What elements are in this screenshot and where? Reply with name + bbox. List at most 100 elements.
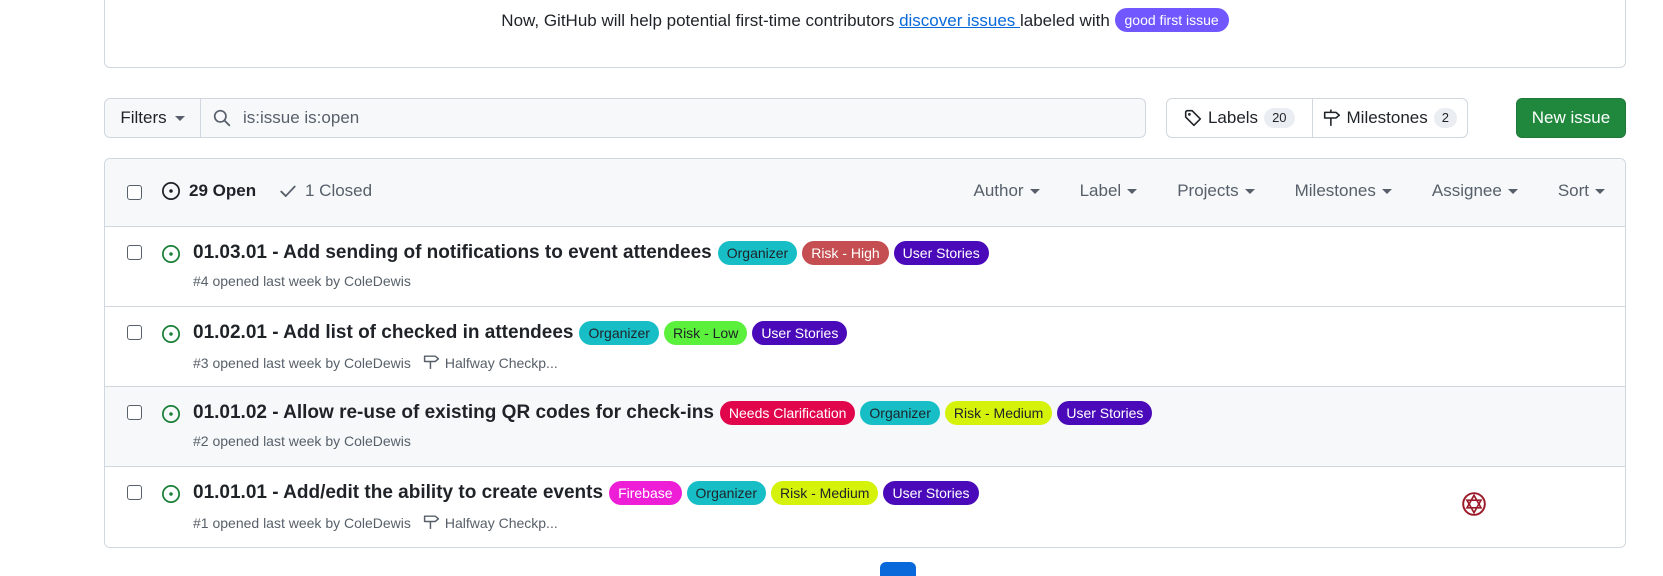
filters-label: Filters	[120, 108, 167, 127]
issue-meta: #2 opened last week by ColeDewis	[193, 433, 1152, 449]
closed-count: 1 Closed	[305, 181, 373, 200]
issue-label[interactable]: User Stories	[883, 481, 979, 505]
banner-text-after: labeled with	[1020, 11, 1115, 30]
filters-button[interactable]: Filters	[105, 99, 201, 137]
issue-label[interactable]: Firebase	[609, 481, 682, 505]
filter-projects[interactable]: Projects	[1177, 181, 1255, 201]
banner-text: Now, GitHub will help potential first-ti…	[501, 11, 900, 30]
issue-label[interactable]: Needs Clarification	[719, 401, 856, 425]
issue-checkbox[interactable]	[127, 325, 142, 340]
issue-label[interactable]: Organizer	[860, 401, 940, 425]
open-issues-tab[interactable]: 29 Open	[161, 181, 256, 201]
discover-issues-link[interactable]: discover issues	[899, 11, 1020, 30]
issue-meta-text: #3 opened last week by ColeDewis	[193, 355, 411, 371]
tag-icon	[1184, 109, 1202, 127]
search-icon	[213, 109, 231, 127]
issue-checkbox[interactable]	[127, 405, 142, 420]
filter-label[interactable]: Label	[1080, 181, 1138, 201]
issue-checkbox[interactable]	[127, 485, 142, 500]
chevron-down-icon	[1595, 188, 1605, 194]
issue-label[interactable]: Organizer	[579, 321, 659, 345]
issue-label[interactable]: User Stories	[1057, 401, 1153, 425]
issue-milestone-link[interactable]: Halfway Checkp...	[423, 353, 558, 373]
milestones-button[interactable]: Milestones 2	[1311, 99, 1468, 137]
issue-label[interactable]: User Stories	[893, 241, 989, 265]
contributor-banner: Now, GitHub will help potential first-ti…	[104, 0, 1626, 68]
issue-title-link[interactable]: 01.03.01 - Add sending of notifications …	[193, 242, 712, 264]
labels-button[interactable]: Labels 20	[1167, 99, 1312, 137]
issue-title-link[interactable]: 01.01.02 - Allow re-use of existing QR c…	[193, 402, 714, 424]
issues-toolbar: Filters is:issue is:open Labels 20 Miles…	[104, 98, 1626, 138]
chevron-down-icon	[1381, 188, 1392, 194]
issue-meta: #3 opened last week by ColeDewis Halfway …	[193, 353, 847, 373]
issue-label[interactable]: Risk - Medium	[771, 481, 879, 505]
filter-label: Projects	[1177, 181, 1239, 200]
filter-label: Label	[1079, 181, 1122, 200]
chevron-down-icon	[174, 115, 185, 121]
milestone-name: Halfway Checkp...	[444, 515, 558, 531]
issue-title-link[interactable]: 01.02.01 - Add list of checked in attend…	[193, 322, 573, 344]
issue-content: 01.02.01 - Add list of checked in attend…	[193, 321, 848, 373]
chevron-down-icon	[1244, 188, 1255, 194]
issue-label[interactable]: Risk - Low	[663, 321, 748, 345]
issue-label[interactable]: User Stories	[752, 321, 848, 345]
issue-open-icon	[161, 324, 181, 349]
issue-open-icon	[161, 484, 181, 509]
issues-list-header: 29 Open 1 Closed Author Label Projects Mile…	[105, 159, 1625, 227]
closed-issues-tab[interactable]: 1 Closed	[279, 181, 372, 201]
milestone-icon	[423, 353, 440, 373]
labels-label: Labels	[1207, 108, 1259, 127]
issue-meta: #4 opened last week by ColeDewis	[193, 273, 989, 289]
issue-title-line: 01.03.01 - Add sending of notifications …	[193, 241, 989, 265]
filter-assignee[interactable]: Assignee	[1432, 181, 1518, 201]
issue-row[interactable]: 01.03.01 - Add sending of notifications …	[105, 227, 1625, 307]
filter-milestones[interactable]: Milestones	[1295, 181, 1392, 201]
issue-title-link[interactable]: 01.01.01 - Add/edit the ability to creat…	[193, 482, 603, 504]
issue-open-icon	[161, 244, 181, 269]
milestone-icon	[1323, 109, 1340, 126]
labels-count: 20	[1264, 108, 1295, 128]
issue-title-line: 01.01.02 - Allow re-use of existing QR c…	[193, 401, 1153, 425]
milestone-icon	[423, 513, 440, 533]
header-filters: Author Label Projects Milestones Assignee Sor…	[973, 181, 1605, 201]
issue-meta-text: #2 opened last week by ColeDewis	[193, 433, 411, 449]
issue-rows: 01.03.01 - Add sending of notifications …	[105, 227, 1625, 547]
filter-label: Milestones	[1294, 181, 1376, 200]
search-input[interactable]: is:issue is:open	[201, 99, 1145, 137]
issues-list: 29 Open 1 Closed Author Label Projects Mile…	[104, 158, 1626, 548]
new-issue-button[interactable]: New issue	[1516, 98, 1626, 138]
issue-checkbox[interactable]	[127, 245, 142, 260]
issue-label[interactable]: Organizer	[686, 481, 766, 505]
issue-content: 01.01.01 - Add/edit the ability to creat…	[193, 481, 979, 533]
issue-row[interactable]: 01.01.02 - Allow re-use of existing QR c…	[105, 387, 1625, 467]
issue-open-icon	[162, 182, 180, 200]
chevron-down-icon	[1507, 188, 1518, 194]
filter-sort[interactable]: Sort	[1558, 181, 1605, 201]
select-all-checkbox[interactable]	[127, 185, 142, 200]
chevron-down-icon	[1127, 188, 1138, 194]
pagination-current-page[interactable]	[880, 562, 916, 576]
issue-meta-text: #4 opened last week by ColeDewis	[193, 273, 411, 289]
assignee-avatar[interactable]	[1461, 491, 1487, 522]
issue-milestone-link[interactable]: Halfway Checkp...	[423, 513, 558, 533]
search-value: is:issue is:open	[243, 108, 360, 127]
issue-title-line: 01.01.01 - Add/edit the ability to creat…	[193, 481, 979, 505]
issue-label[interactable]: Organizer	[717, 241, 798, 265]
issue-meta-text: #1 opened last week by ColeDewis	[193, 515, 411, 531]
issue-open-icon	[161, 404, 181, 429]
issue-label[interactable]: Risk - Medium	[944, 401, 1053, 425]
filter-label: Assignee	[1431, 181, 1502, 200]
issue-content: 01.03.01 - Add sending of notifications …	[193, 241, 989, 289]
issue-label[interactable]: Risk - High	[802, 241, 889, 265]
issue-row[interactable]: 01.02.01 - Add list of checked in attend…	[105, 307, 1625, 387]
labels-milestones-group: Labels 20 Milestones 2	[1166, 98, 1468, 138]
filter-author[interactable]: Author	[973, 181, 1040, 201]
issue-row[interactable]: 01.01.01 - Add/edit the ability to creat…	[105, 467, 1625, 547]
filter-label: Author	[973, 181, 1024, 200]
filter-label: Sort	[1557, 181, 1589, 200]
chevron-down-icon	[1029, 188, 1040, 194]
good-first-issue-label[interactable]: good first issue	[1114, 8, 1229, 32]
filters-search-group: Filters is:issue is:open	[104, 98, 1146, 138]
issue-meta: #1 opened last week by ColeDewis Halfway …	[193, 513, 979, 533]
open-count: 29 Open	[189, 181, 257, 200]
